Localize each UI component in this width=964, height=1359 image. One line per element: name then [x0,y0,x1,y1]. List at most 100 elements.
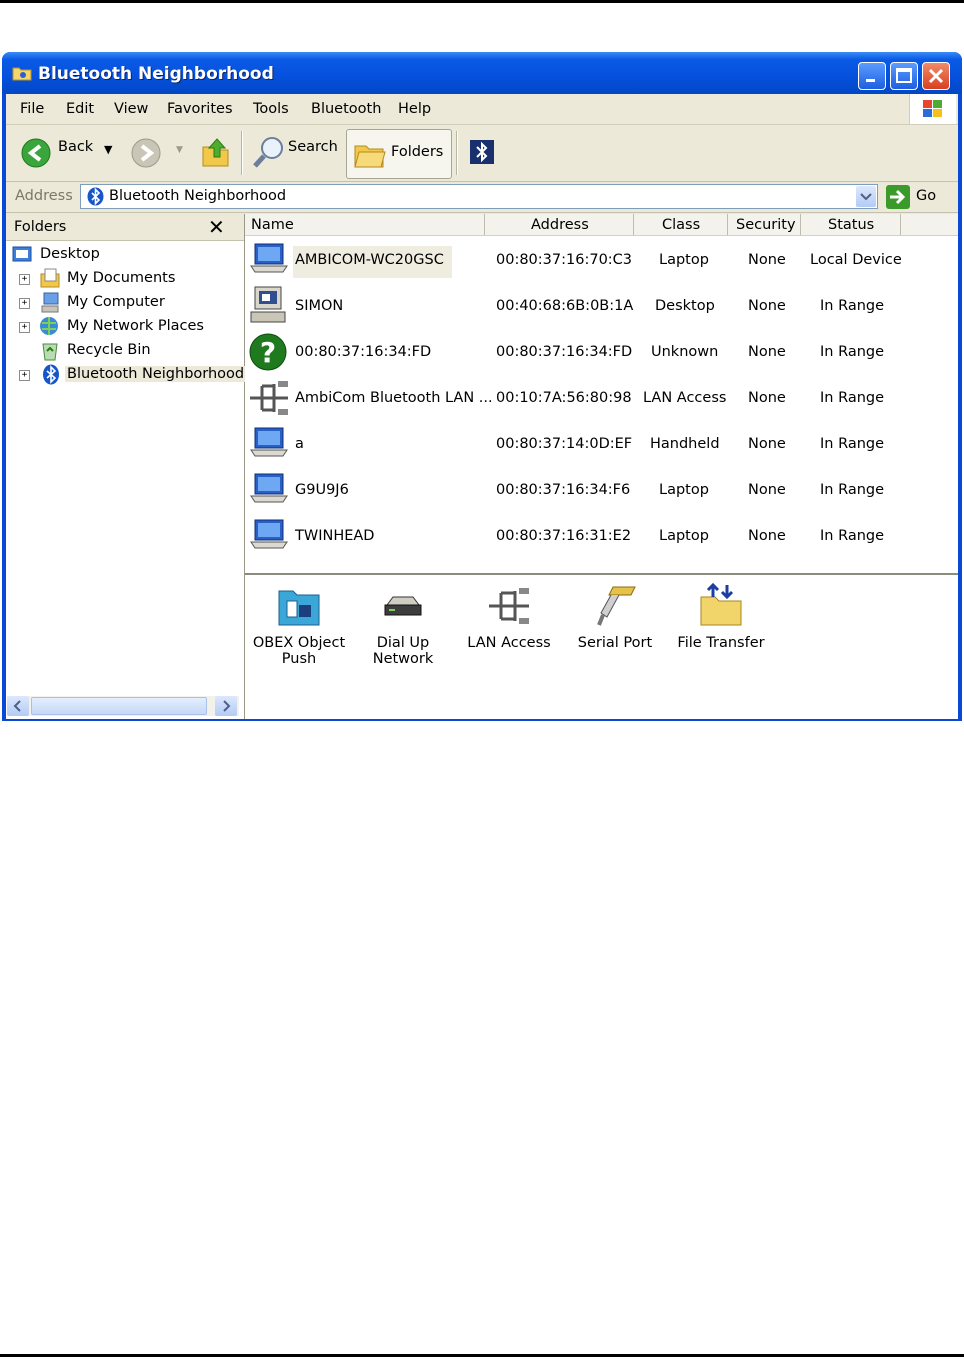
bluetooth-icon [43,364,59,385]
horizontal-scrollbar[interactable] [7,696,239,716]
minimize-button[interactable] [858,62,886,90]
tree-item-label: Desktop [40,246,100,262]
folders-pane-header: Folders ✕ [6,214,244,241]
tree-item-label: Bluetooth Neighborhood [65,366,247,382]
menu-bluetooth[interactable]: Bluetooth [311,101,381,117]
folders-button[interactable]: Folders [346,129,452,179]
bluetooth-toolbar-icon[interactable] [470,140,494,164]
column-header-label: Address [531,217,589,233]
device-class: Desktop [655,298,715,314]
device-name: TWINHEAD [295,528,375,544]
forward-dropdown-icon[interactable]: ▼ [176,145,183,155]
menu-edit[interactable]: Edit [66,101,94,117]
service-obex-object-push[interactable]: OBEX Object Push [249,583,349,667]
table-row[interactable]: ? 00:80:37:16:34:FD 00:80:37:16:34:FD Un… [245,330,958,376]
table-row[interactable]: a 00:80:37:14:0D:EF Handheld None In Ran… [245,422,958,468]
table-row[interactable]: AmbiCom Bluetooth LAN ... 00:10:7A:56:80… [245,376,958,422]
chevron-left-icon [13,700,21,712]
expand-icon[interactable]: + [19,274,30,285]
tree-item-my-computer[interactable]: + My Computer [10,292,240,314]
service-serial-port[interactable]: Serial Port [565,583,665,651]
tree-item-label: My Documents [67,270,176,286]
standard-toolbar: Back ▼ ▼ Search Folders [6,125,958,182]
bluetooth-icon [87,187,104,206]
go-button[interactable]: Go [916,188,936,204]
go-arrow-icon[interactable] [886,185,910,209]
serial-port-icon [597,586,636,626]
column-header-address[interactable]: Address [485,214,634,236]
menu-tools[interactable]: Tools [253,101,289,117]
menu-file[interactable]: File [20,101,44,117]
scroll-left-button[interactable] [7,696,29,716]
back-dropdown-icon[interactable]: ▼ [104,143,112,156]
device-class: Laptop [659,252,709,268]
column-header-security[interactable]: Security [728,214,801,236]
tree-item-bluetooth-neighborhood[interactable]: + Bluetooth Neighborhood [10,364,247,386]
device-address: 00:80:37:16:70:C3 [496,252,633,268]
folder-icon [12,67,32,81]
folders-icon [354,145,386,168]
folders-pane-close-icon[interactable]: ✕ [208,215,225,239]
device-status: In Range [820,298,885,314]
menu-help[interactable]: Help [398,101,431,117]
column-header-status[interactable]: Status [801,214,901,236]
service-dial-up-network[interactable]: Dial Up Network [353,583,453,667]
menu-favorites[interactable]: Favorites [167,101,233,117]
service-label-line2: Network [372,651,434,667]
chevron-down-icon [860,193,872,201]
column-header-class[interactable]: Class [634,214,728,236]
device-name: 00:80:37:16:34:FD [295,344,432,360]
device-class: Laptop [659,528,709,544]
network-places-icon [40,317,58,335]
device-class: LAN Access [643,390,727,406]
window-client-area: File Edit View Favorites Tools Bluetooth… [6,94,958,719]
scroll-right-button[interactable] [215,696,237,716]
maximize-button[interactable] [890,62,918,90]
folders-label: Folders [391,144,444,160]
explorer-window: Bluetooth Neighborhood File Edit View Fa… [2,52,962,721]
device-security: None [748,344,786,360]
column-header-name[interactable]: Name [245,214,485,236]
expand-icon[interactable]: + [19,298,30,309]
address-input[interactable]: Bluetooth Neighborhood [80,184,878,209]
toolbar-separator [241,131,243,175]
column-header-label: Name [251,217,294,233]
table-row[interactable]: TWINHEAD 00:80:37:16:31:E2 Laptop None I… [245,514,958,560]
forward-arrow-icon[interactable] [130,137,162,169]
expand-icon[interactable]: + [19,322,30,333]
svg-text:?: ? [260,336,276,369]
tree-item-my-documents[interactable]: + My Documents [10,268,240,290]
lan-access-icon [250,381,288,415]
device-class: Laptop [659,482,709,498]
service-label-line1: Serial Port [577,635,653,651]
tree-item-desktop[interactable]: Desktop [10,244,240,266]
expand-icon[interactable]: + [19,370,30,381]
table-row[interactable]: G9U9J6 00:80:37:16:34:F6 Laptop None In … [245,468,958,514]
back-button[interactable]: Back [58,139,93,155]
scroll-thumb[interactable] [31,697,207,715]
title-bar[interactable]: Bluetooth Neighborhood [2,52,962,94]
menu-view[interactable]: View [114,101,148,117]
tree-item-my-network-places[interactable]: + My Network Places [10,316,240,338]
close-button[interactable] [922,62,950,90]
search-icon[interactable] [252,135,286,169]
search-button[interactable]: Search [288,139,338,155]
tree-item-recycle-bin[interactable]: Recycle Bin [10,340,240,362]
device-name: G9U9J6 [295,482,349,498]
handheld-icon [250,427,288,457]
laptop-icon [250,243,288,273]
table-row[interactable]: SIMON 00:40:68:6B:0B:1A Desktop None In … [245,284,958,330]
window-title: Bluetooth Neighborhood [38,64,274,84]
service-lan-access[interactable]: LAN Access [459,583,559,651]
table-row[interactable]: AMBICOM-WC20GSC 00:80:37:16:70:C3 Laptop… [245,238,958,284]
up-folder-icon[interactable] [200,135,232,169]
my-documents-icon [40,268,60,288]
address-bar: Address Bluetooth Neighborhood Go [6,182,958,213]
service-label-line1: LAN Access [467,635,551,651]
windows-logo [909,94,956,124]
back-arrow-icon[interactable] [20,137,52,169]
address-dropdown-button[interactable] [856,186,876,207]
lan-access-icon [489,588,529,624]
service-file-transfer[interactable]: File Transfer [671,583,771,651]
toolbar-separator [456,131,458,175]
